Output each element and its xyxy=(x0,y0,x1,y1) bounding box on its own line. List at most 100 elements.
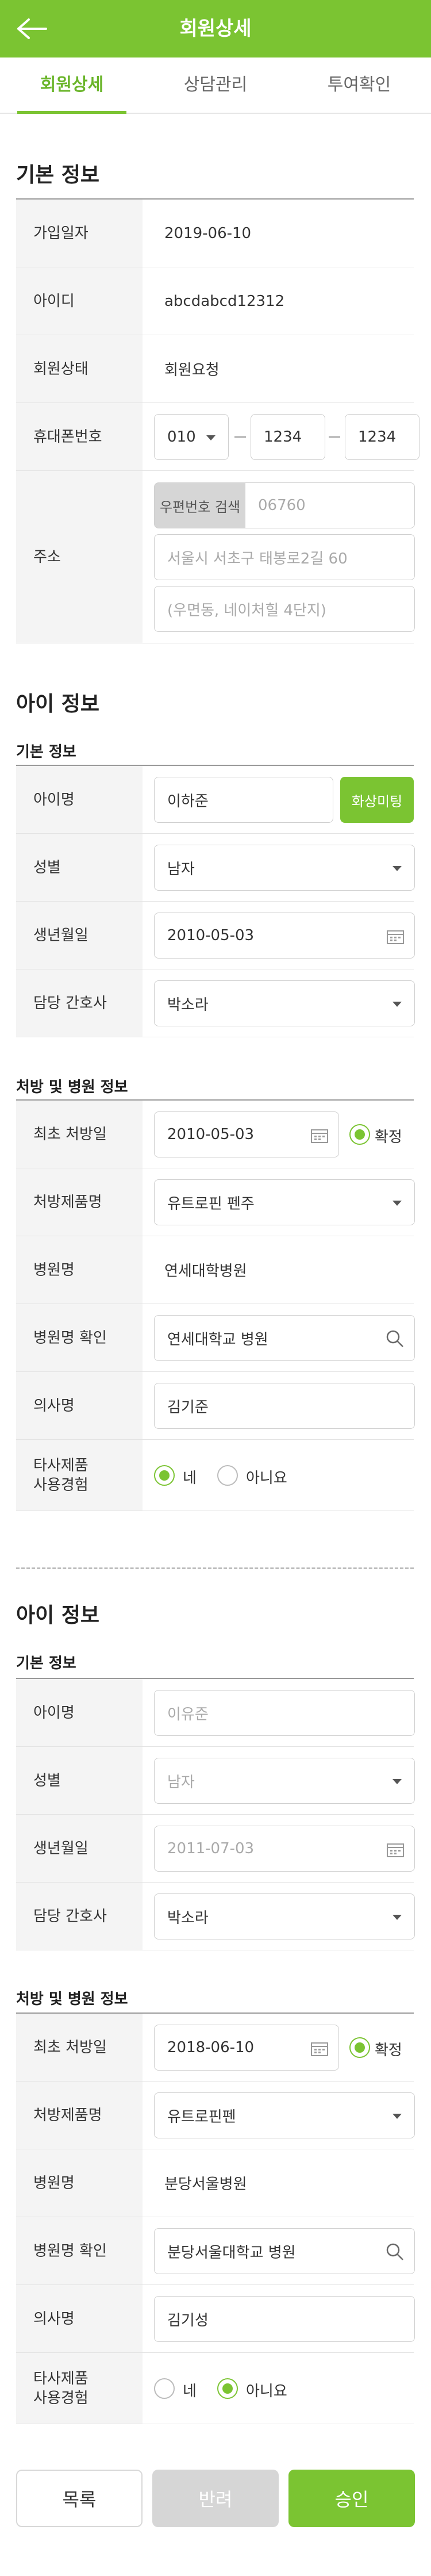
child2-basic-subtitle: 기본 정보 xyxy=(16,1655,76,1672)
other-product-no-radio[interactable] xyxy=(217,2378,238,2399)
calendar-icon[interactable] xyxy=(387,929,404,944)
calendar-icon[interactable] xyxy=(311,1128,328,1143)
first-rx-value: 2010-05-03 xyxy=(167,1126,255,1143)
id-label: 아이디 xyxy=(16,267,143,335)
product-select[interactable]: 유트로핀 펜주 xyxy=(154,1179,415,1225)
chevron-down-icon xyxy=(392,1779,402,1784)
calendar-icon[interactable] xyxy=(387,1842,404,1857)
product-label: 처방제품명 xyxy=(16,1168,143,1236)
row-nurse: 담당 간호사 박소라 xyxy=(16,1883,415,1950)
hospital-value: 연세대학병원 xyxy=(164,1263,247,1280)
gender-value: 남자 xyxy=(167,1773,195,1791)
zip-input[interactable]: 06760 xyxy=(245,482,415,528)
address-line2-input[interactable]: (우면동, 네이처힐 4단지) xyxy=(154,586,415,632)
list-button[interactable]: 목록 xyxy=(16,2470,143,2527)
hospital-confirm-value: 분당서울대학교 병원 xyxy=(167,2244,296,2261)
section-title-child2: 아이 정보 xyxy=(16,1604,100,1627)
child1-rx-subtitle: 처방 및 병원 정보 xyxy=(16,1079,128,1096)
video-meeting-button[interactable]: 화상미팅 xyxy=(340,777,414,823)
hospital-search-input[interactable]: 분당서울대학교 병원 xyxy=(154,2228,415,2274)
nurse-value: 박소라 xyxy=(167,996,209,1014)
child-name-input[interactable]: 이하준 xyxy=(154,777,333,823)
reject-button[interactable]: 반려 xyxy=(152,2470,279,2527)
row-nurse: 담당 간호사 박소라 xyxy=(16,969,415,1037)
other-product-yes-radio[interactable] xyxy=(154,2378,175,2399)
phone-middle-input[interactable]: 1234 xyxy=(251,414,325,460)
gender-label: 성별 xyxy=(16,834,143,901)
phone-label: 휴대폰번호 xyxy=(16,403,143,470)
dashed-separator xyxy=(16,1567,414,1569)
no-label: 아니요 xyxy=(246,2383,287,2400)
status-value: 회원요청 xyxy=(164,362,220,379)
search-icon[interactable] xyxy=(386,1329,404,1348)
other-product-label-line2: 사용경험 xyxy=(33,2389,88,2407)
child-name-input[interactable]: 이유준 xyxy=(154,1690,415,1736)
gender-select[interactable]: 남자 xyxy=(154,845,415,891)
birth-date-input[interactable]: 2011-07-03 xyxy=(154,1826,415,1872)
hospital-label: 병원명 xyxy=(16,2149,143,2217)
confirm-radio[interactable] xyxy=(349,2037,370,2058)
address-label: 주소 xyxy=(16,471,143,643)
no-label: 아니요 xyxy=(246,1470,287,1487)
hospital-confirm-label: 병원명 확인 xyxy=(16,2217,143,2284)
phone-prefix-value: 010 xyxy=(167,428,196,446)
row-product: 처방제품명 유트로핀 펜주 xyxy=(16,1168,415,1236)
tab-dose-check[interactable]: 투여확인 xyxy=(287,57,431,113)
phone-prefix-select[interactable]: 010 xyxy=(154,414,229,460)
chevron-down-icon xyxy=(392,1201,402,1206)
other-product-yes-radio[interactable] xyxy=(154,1465,175,1486)
row-gender: 성별 남자 xyxy=(16,1747,415,1815)
first-rx-label: 최초 처방일 xyxy=(16,1101,143,1168)
confirm-radio[interactable] xyxy=(349,1124,370,1145)
search-icon[interactable] xyxy=(386,2242,404,2261)
first-rx-date-input[interactable]: 2018-06-10 xyxy=(154,2025,339,2071)
row-child-name: 아이명 이유준 xyxy=(16,1679,415,1747)
confirm-label: 확정 xyxy=(375,2042,402,2059)
section-title-child1: 아이 정보 xyxy=(16,692,100,716)
nurse-label: 담당 간호사 xyxy=(16,969,143,1037)
hospital-value: 분당서울병원 xyxy=(164,2176,247,2193)
nurse-select[interactable]: 박소라 xyxy=(154,980,415,1026)
status-label: 회원상태 xyxy=(16,335,143,402)
address-line1-input[interactable]: 서울시 서초구 태봉로2길 60 xyxy=(154,534,415,580)
chevron-down-icon xyxy=(392,866,402,871)
tab-member-detail[interactable]: 회원상세 xyxy=(0,57,144,114)
approve-button[interactable]: 승인 xyxy=(288,2470,415,2527)
phone-last-input[interactable]: 1234 xyxy=(345,414,420,460)
zip-search-button[interactable]: 우편번호 검색 xyxy=(154,482,246,528)
other-product-label-line2: 사용경험 xyxy=(33,1476,88,1494)
row-doctor: 의사명 김기준 xyxy=(16,1372,415,1440)
birth-label: 생년월일 xyxy=(16,1815,143,1882)
join-date-label: 가입일자 xyxy=(16,200,143,267)
dash xyxy=(329,436,340,438)
join-date-value: 2019-06-10 xyxy=(164,224,252,242)
page-title: 회원상세 xyxy=(179,17,252,40)
row-join-date: 가입일자 2019-06-10 xyxy=(16,200,414,267)
dash xyxy=(234,436,246,438)
hospital-search-input[interactable]: 연세대학교 병원 xyxy=(154,1315,415,1361)
nurse-select[interactable]: 박소라 xyxy=(154,1893,415,1939)
first-rx-value: 2018-06-10 xyxy=(167,2039,255,2056)
product-select[interactable]: 유트로핀펜 xyxy=(154,2092,415,2138)
calendar-icon[interactable] xyxy=(311,2041,328,2056)
id-value: abcdabcd12312 xyxy=(164,292,285,310)
chevron-down-icon xyxy=(206,435,216,440)
other-product-label-line1: 타사제품 xyxy=(33,2370,88,2387)
confirm-label: 확정 xyxy=(375,1129,402,1146)
chevron-down-icon xyxy=(392,2114,402,2119)
child1-basic-subtitle: 기본 정보 xyxy=(16,743,76,761)
row-hospital-confirm: 병원명 확인 분당서울대학교 병원 xyxy=(16,2217,415,2285)
doctor-input[interactable]: 김기준 xyxy=(154,1383,415,1429)
first-rx-date-input[interactable]: 2010-05-03 xyxy=(154,1111,339,1157)
row-hospital: 병원명 분당서울병원 xyxy=(16,2149,414,2217)
other-product-label-line1: 타사제품 xyxy=(33,1456,88,1474)
other-product-no-radio[interactable] xyxy=(217,1465,238,1486)
row-other-product: 타사제품 사용경험 네 아니요 xyxy=(16,1440,414,1511)
tab-consultation[interactable]: 상담관리 xyxy=(144,57,287,113)
birth-date-input[interactable]: 2010-05-03 xyxy=(154,913,415,959)
tab-bar: 회원상세 상담관리 투여확인 xyxy=(0,57,431,114)
child2-rx-subtitle: 처방 및 병원 정보 xyxy=(16,1991,128,2008)
chevron-down-icon xyxy=(392,1002,402,1007)
gender-select[interactable]: 남자 xyxy=(154,1758,415,1804)
doctor-input[interactable]: 김기성 xyxy=(154,2296,415,2342)
